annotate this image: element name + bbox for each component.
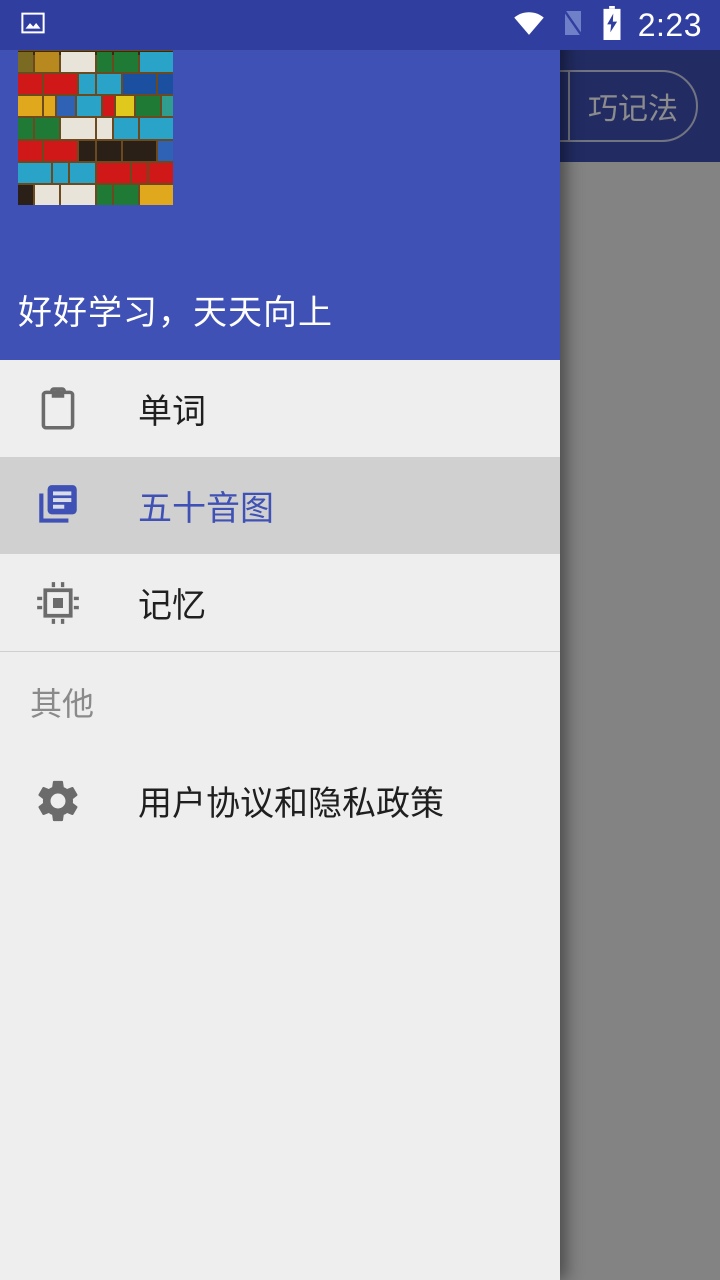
- avatar-brick: [103, 96, 115, 117]
- avatar-brick: [18, 96, 43, 117]
- avatar-brick: [18, 74, 43, 95]
- sidebar-item-memory[interactable]: 记忆: [0, 554, 560, 651]
- avatar-brick-row: [18, 72, 173, 95]
- avatar-brick: [116, 96, 134, 117]
- avatar-brick: [79, 74, 95, 95]
- battery-charging-icon: [600, 5, 624, 45]
- clipboard-icon: [30, 381, 86, 437]
- avatar-brick: [157, 140, 173, 161]
- status-bar-icons: 2:23: [512, 5, 702, 45]
- avatar-brick: [96, 52, 112, 73]
- brick-wall-avatar[interactable]: [18, 50, 173, 205]
- avatar-brick: [44, 96, 56, 117]
- avatar-brick: [135, 96, 160, 117]
- sidebar-item-label: 单词: [138, 393, 206, 431]
- avatar-brick: [139, 118, 173, 139]
- avatar-brick-row: [18, 183, 173, 205]
- gear-icon: [30, 773, 86, 829]
- avatar-brick: [96, 118, 112, 139]
- avatar-brick: [148, 162, 173, 183]
- avatar-brick-row: [18, 161, 173, 183]
- sidebar-item-gojuon[interactable]: 五十音图: [0, 457, 560, 554]
- signal-off-icon: [560, 7, 586, 44]
- avatar-brick: [139, 52, 173, 73]
- sidebar-item-vocabulary[interactable]: 单词: [0, 360, 560, 457]
- avatar-brick: [113, 118, 138, 139]
- sidebar-item-label: 记忆: [138, 587, 206, 625]
- avatar-brick: [131, 162, 147, 183]
- avatar-brick: [18, 52, 34, 73]
- avatar-brick: [18, 162, 52, 183]
- avatar-brick: [122, 140, 156, 161]
- avatar-brick: [76, 96, 102, 117]
- avatar-brick: [61, 52, 95, 73]
- sidebar-item-label: 用户协议和隐私政策: [138, 785, 444, 823]
- avatar-brick: [18, 118, 34, 139]
- avatar-brick: [96, 140, 121, 161]
- status-bar-notifications: [18, 8, 48, 43]
- sidebar-item-terms[interactable]: 用户协议和隐私政策: [0, 752, 560, 849]
- avatar-brick: [79, 140, 95, 161]
- wifi-icon: [512, 6, 546, 45]
- avatar-brick: [18, 184, 34, 205]
- avatar-brick: [44, 140, 78, 161]
- avatar-brick: [161, 96, 173, 117]
- drawer-section-label: 其他: [30, 686, 95, 722]
- avatar-brick: [139, 184, 173, 205]
- avatar-brick: [96, 184, 112, 205]
- avatar-brick: [61, 184, 95, 205]
- avatar-brick-row: [18, 94, 173, 117]
- avatar-brick: [53, 162, 69, 183]
- avatar-brick: [35, 52, 60, 73]
- avatar-brick: [57, 96, 75, 117]
- avatar-brick-row: [18, 116, 173, 139]
- avatar-brick: [35, 118, 60, 139]
- avatar-brick: [113, 52, 138, 73]
- avatar-brick: [35, 184, 60, 205]
- image-icon: [18, 8, 48, 43]
- avatar-brick: [96, 162, 130, 183]
- avatar-brick: [70, 162, 95, 183]
- avatar-brick: [61, 118, 95, 139]
- sidebar-item-label: 五十音图: [138, 490, 274, 528]
- phone-screen: 拗音 お列おoこkoそsoとtoのnoほho 片假名 巧记法 好好学习，天天向上: [0, 0, 720, 1280]
- avatar-brick: [44, 74, 78, 95]
- avatar-brick: [18, 140, 43, 161]
- avatar-brick: [122, 74, 156, 95]
- avatar-brick: [157, 74, 173, 95]
- status-bar-clock: 2:23: [637, 6, 702, 43]
- memory-chip-icon: [30, 575, 86, 631]
- avatar-brick: [113, 184, 138, 205]
- drawer-menu: 单词 五十音图 记忆 其他 用户协议和隐私政策: [0, 360, 560, 1280]
- drawer-header: 好好学习，天天向上: [0, 0, 560, 360]
- avatar-brick-row: [18, 50, 173, 73]
- status-bar: 2:23: [0, 0, 720, 50]
- library-books-icon: [30, 478, 86, 534]
- navigation-drawer: 好好学习，天天向上 单词 五十音图 记忆 其他 用户协议和隐私政策: [0, 0, 560, 1280]
- avatar-brick-row: [18, 139, 173, 161]
- avatar-brick: [96, 74, 121, 95]
- drawer-caption: 好好学习，天天向上: [18, 294, 333, 332]
